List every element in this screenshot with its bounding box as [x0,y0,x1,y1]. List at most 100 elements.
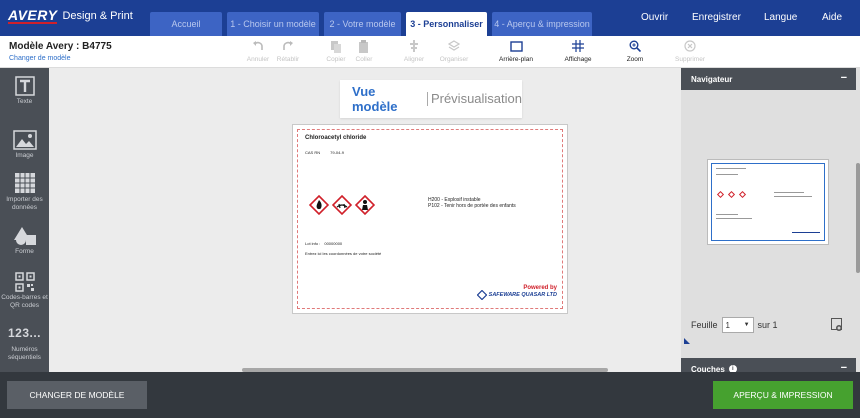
paste-icon [359,39,368,53]
label-company-coords[interactable]: Entrez ici les coordonnées de votre soci… [305,251,381,256]
thumb-line [792,232,820,233]
step-your-model[interactable]: 2 - Votre modèle [324,12,401,36]
model-title: Modèle Avery : B4775 [9,41,112,52]
navigator-title: Navigateur [691,74,733,84]
label-cas-row[interactable]: CAS RN 79-04-9 [305,150,344,155]
sidebar-item-image[interactable]: Image [0,130,49,160]
navigator-thumbnail[interactable] [707,159,829,245]
design-canvas: Vue modèle Prévisualisation Chloroacetyl… [49,68,681,372]
shapes-icon [13,227,36,245]
label-template[interactable]: Chloroacetyl chloride CAS RN 79-04-9 H200… [292,124,568,314]
lot-label: Lot info : [305,241,321,246]
hazard-statement-2: P102 - Tenir hors de portée des enfants [428,203,516,209]
hazard-pictograms[interactable] [309,195,375,215]
add-sheet-icon[interactable] [831,318,842,331]
spreadsheet-icon [14,173,35,193]
sidebar-item-barcodes[interactable]: Codes-barres et QR codes [0,272,49,310]
thumb-line [716,218,752,219]
brand-diamond-icon [476,290,487,300]
step-preview-print[interactable]: 4 - Aperçu & impression [492,12,592,36]
display-button[interactable]: Affichage [558,39,598,63]
zoom-label: Zoom [626,56,644,63]
copy-icon [331,40,341,53]
help-link[interactable]: Aide [822,12,842,23]
vertical-scrollbar[interactable] [856,163,860,273]
hazard-statements[interactable]: H200 - Explosif instable P102 - Tenir ho… [428,197,516,209]
language-link[interactable]: Langue [764,12,797,23]
image-icon [12,130,37,150]
toolbar: Modèle Avery : B4775 Changer de modèle A… [0,36,860,68]
avery-logo[interactable]: AVERY Design & Print [8,8,133,24]
brand-name: SAFEWARE QUASAR LTD [488,292,557,298]
thumb-line [774,192,804,193]
background-label: Arrière-plan [499,56,533,63]
align-label: Aligner [403,56,425,63]
display-label: Affichage [564,56,592,63]
tab-model-view[interactable]: Vue modèle [340,84,427,114]
close-circle-icon [684,40,696,52]
save-link[interactable]: Enregistrer [692,12,741,23]
zoom-icon [629,40,641,52]
qr-code-icon [14,272,35,292]
label-product-name[interactable]: Chloroacetyl chloride [305,135,366,141]
numbers-icon: 123... [7,326,42,340]
sidebar-item-text[interactable]: Texte [0,76,49,106]
thumb-line [716,168,746,169]
health-hazard-pictogram-icon [355,195,375,215]
logo-mark: AVERY [8,7,58,24]
plus-icon [836,325,842,331]
thumb-line [774,196,812,197]
label-lot-row[interactable]: Lot info :00000000 [305,241,342,246]
navigator-header[interactable]: Navigateur − [681,68,856,90]
sidebar-label-import-data: Importer des données [6,196,43,211]
lot-value: 00000000 [324,241,343,246]
cas-label: CAS RN [305,150,321,155]
cas-value: 79-04-9 [330,150,344,155]
open-link[interactable]: Ouvrir [641,12,668,23]
align-icon [410,40,418,52]
step-personalize[interactable]: 3 - Personnaliser [406,12,487,36]
environment-pictogram-icon [332,195,352,215]
redo-label: Rétablir [276,56,300,63]
text-tool-icon [14,76,35,96]
step-choose-model[interactable]: 1 - Choisir un modèle [227,12,319,36]
sidebar-item-import-data[interactable]: Importer des données [0,172,49,212]
top-bar: AVERY Design & Print Accueil 1 - Choisir… [0,0,860,36]
collapse-navigator-icon[interactable]: − [841,72,847,84]
zoom-button[interactable]: Zoom [615,39,655,63]
brand-logo[interactable]: SAFEWARE QUASAR LTD [476,290,557,300]
align-button[interactable]: Aligner [394,39,434,63]
logo-text: Design & Print [62,10,133,22]
delete-button[interactable]: Supprimer [670,39,710,63]
sidebar-label-sequential-numbers: Numéros séquentiels [8,346,41,361]
layers-stack-icon [448,40,460,51]
chevron-down-icon: ▼ [743,322,750,328]
safe-area-border [297,129,563,309]
redo-button[interactable]: Rétablir [268,39,308,63]
sidebar-label-text: Texte [16,98,33,105]
right-panel: Navigateur − Feuille 1 ▼ sur 1 Couches i… [681,68,860,380]
sheet-select[interactable]: 1 ▼ [721,317,754,333]
sidebar-item-sequential-numbers[interactable]: 123... Numéros séquentiels [0,326,49,362]
preview-print-button[interactable]: APERÇU & IMPRESSION [713,381,853,409]
paste-label: Coller [355,56,373,63]
change-model-button[interactable]: CHANGER DE MODÈLE [7,381,147,409]
sheet-select-value: 1 [725,320,730,330]
grid-icon [572,40,584,52]
sidebar-item-shape[interactable]: Forme [0,226,49,256]
step-home[interactable]: Accueil [150,12,222,36]
bottom-bar: CHANGER DE MODÈLE APERÇU & IMPRESSION [0,372,860,418]
thumb-line [716,214,738,215]
sidebar-label-shape: Forme [15,248,34,255]
change-model-link[interactable]: Changer de modèle [9,55,71,62]
tab-preview[interactable]: Prévisualisation [426,92,522,106]
background-button[interactable]: Arrière-plan [496,39,536,63]
resize-corner-icon[interactable] [684,338,690,344]
redo-icon [283,41,293,50]
view-tabs: Vue modèle Prévisualisation [340,80,522,118]
organize-button[interactable]: Organiser [434,39,474,63]
sheet-selector-row: Feuille 1 ▼ sur 1 [691,317,778,333]
background-icon [509,40,523,52]
organize-label: Organiser [439,56,469,63]
paste-button[interactable]: Coller [344,39,384,63]
